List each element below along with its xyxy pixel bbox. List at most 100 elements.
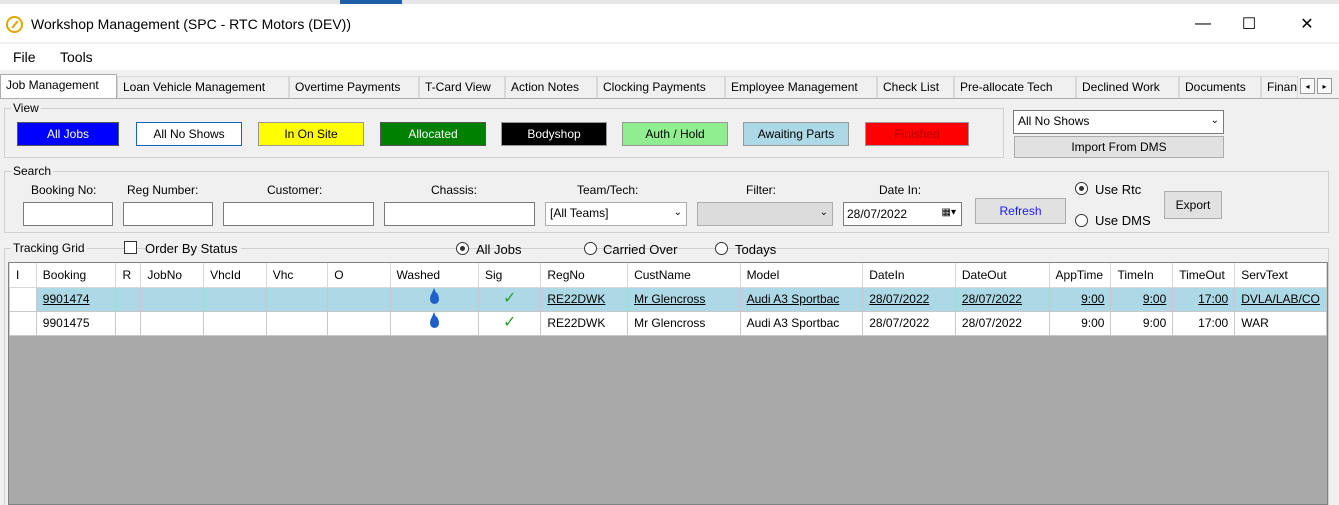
auth-hold-button[interactable]: Auth / Hold — [622, 122, 728, 146]
column-header[interactable]: Vhc — [265, 263, 329, 288]
order-by-status-checkbox[interactable] — [124, 241, 137, 254]
team-label: Team/Tech: — [577, 183, 639, 197]
dateout-cell[interactable]: 28/07/2022 — [954, 310, 1050, 336]
tab-finance[interactable]: Finan — [1261, 76, 1298, 98]
filter-label: Filter: — [746, 183, 776, 197]
apptime-cell[interactable]: 9:00 — [1048, 286, 1112, 312]
use-rtc-radio[interactable] — [1075, 182, 1088, 195]
chassis-input[interactable] — [384, 202, 535, 226]
timeout-cell[interactable]: 17:00 — [1172, 310, 1236, 336]
regno-cell[interactable]: RE22DWK — [540, 286, 629, 312]
timein-cell[interactable]: 9:00 — [1110, 310, 1174, 336]
all-jobs-radio[interactable] — [456, 242, 469, 255]
view-dropdown-value: All No Shows — [1018, 114, 1090, 128]
column-header[interactable]: DateIn — [862, 263, 956, 288]
table-header-row: I Booking R JobNo VhcId Vhc O Washed Sig… — [9, 263, 1327, 288]
close-button[interactable]: ✕ — [1284, 8, 1330, 40]
view-legend: View — [11, 101, 41, 115]
datein-cell[interactable]: 28/07/2022 — [862, 286, 956, 312]
table-row[interactable]: 9901474 ✓ RE22DWK Mr Glencross Audi A3 S… — [9, 286, 1327, 312]
booking-cell[interactable]: 9901474 — [35, 286, 117, 312]
todays-radio[interactable] — [715, 242, 728, 255]
calendar-icon[interactable]: ▦▾ — [942, 207, 956, 218]
model-cell[interactable]: Audi A3 Sportbac — [739, 310, 864, 336]
awaiting-parts-button[interactable]: Awaiting Parts — [743, 122, 849, 146]
tab-job-management[interactable]: Job Management — [0, 74, 117, 98]
servtext-cell[interactable]: WAR — [1234, 310, 1327, 336]
model-cell[interactable]: Audi A3 Sportbac — [739, 286, 864, 312]
export-button[interactable]: Export — [1164, 191, 1222, 219]
filter-dropdown[interactable]: ⌄ — [697, 202, 833, 226]
regno-cell[interactable]: RE22DWK — [540, 310, 629, 336]
menu-tools[interactable]: Tools — [60, 49, 93, 65]
tab-check-list[interactable]: Check List — [877, 76, 954, 98]
tab-pre-allocate-tech[interactable]: Pre-allocate Tech — [954, 76, 1076, 98]
date-in-picker[interactable]: 28/07/2022 ▦▾ — [843, 202, 962, 226]
import-from-dms-button[interactable]: Import From DMS — [1014, 136, 1224, 158]
view-dropdown[interactable]: All No Shows ⌄ — [1013, 110, 1224, 134]
column-header[interactable]: DateOut — [954, 263, 1050, 288]
column-header[interactable]: CustName — [627, 263, 741, 288]
all-no-shows-button[interactable]: All No Shows — [136, 122, 242, 146]
all-jobs-radio-label: All Jobs — [476, 242, 522, 257]
custname-cell[interactable]: Mr Glencross — [627, 310, 741, 336]
datein-cell[interactable]: 28/07/2022 — [862, 310, 956, 336]
tab-t-card-view[interactable]: T-Card View — [419, 76, 505, 98]
column-header[interactable]: Washed — [389, 263, 479, 288]
column-header[interactable]: ServText — [1234, 263, 1327, 288]
column-header[interactable]: AppTime — [1048, 263, 1112, 288]
column-header[interactable]: TimeOut — [1172, 263, 1236, 288]
column-header[interactable]: O — [327, 263, 391, 288]
tab-employee-management[interactable]: Employee Management — [725, 76, 877, 98]
apptime-cell[interactable]: 9:00 — [1048, 310, 1112, 336]
customer-input[interactable] — [223, 202, 374, 226]
menu-file[interactable]: File — [13, 49, 36, 65]
tab-overtime-payments[interactable]: Overtime Payments — [289, 76, 419, 98]
tab-scroll-left-button[interactable]: ◂ — [1300, 78, 1315, 94]
search-legend: Search — [11, 164, 54, 178]
column-header[interactable]: Model — [739, 263, 864, 288]
column-header[interactable]: I — [9, 263, 37, 288]
finished-button[interactable]: Finished — [865, 122, 969, 146]
minimize-button[interactable]: — — [1180, 8, 1226, 40]
bodyshop-button[interactable]: Bodyshop — [501, 122, 607, 146]
booking-input[interactable] — [23, 202, 113, 226]
booking-cell[interactable]: 9901475 — [35, 310, 117, 336]
reg-input[interactable] — [123, 202, 213, 226]
jobno-cell — [140, 286, 205, 312]
tab-clocking-payments[interactable]: Clocking Payments — [597, 76, 725, 98]
column-header[interactable]: Sig — [477, 263, 542, 288]
table-row[interactable]: 9901475 ✓ RE22DWK Mr Glencross Audi A3 S… — [9, 310, 1327, 336]
column-header[interactable]: JobNo — [140, 263, 205, 288]
tab-loan-vehicle-management[interactable]: Loan Vehicle Management — [117, 76, 289, 98]
all-jobs-button[interactable]: All Jobs — [17, 122, 119, 146]
timein-cell[interactable]: 9:00 — [1110, 286, 1174, 312]
in-on-site-button[interactable]: In On Site — [258, 122, 364, 146]
tab-action-notes[interactable]: Action Notes — [505, 76, 597, 98]
water-drop-icon — [429, 312, 439, 328]
team-dropdown[interactable]: [All Teams] ⌄ — [545, 202, 687, 226]
r-cell — [115, 310, 142, 336]
allocated-button[interactable]: Allocated — [380, 122, 486, 146]
menu-bar: File Tools — [0, 44, 1339, 70]
carried-over-radio[interactable] — [584, 242, 597, 255]
dateout-cell[interactable]: 28/07/2022 — [954, 286, 1050, 312]
reg-label: Reg Number: — [127, 183, 199, 197]
timeout-cell[interactable]: 17:00 — [1172, 286, 1236, 312]
column-header[interactable]: VhcId — [203, 263, 267, 288]
use-dms-radio[interactable] — [1075, 214, 1088, 227]
column-header[interactable]: Booking — [35, 263, 117, 288]
column-header[interactable]: TimeIn — [1110, 263, 1174, 288]
servtext-cell[interactable]: DVLA/LAB/CO — [1234, 286, 1327, 312]
maximize-button[interactable]: ☐ — [1226, 8, 1272, 40]
tab-documents[interactable]: Documents — [1179, 76, 1261, 98]
refresh-button[interactable]: Refresh — [975, 198, 1066, 224]
tab-scroll-right-button[interactable]: ▸ — [1317, 78, 1332, 94]
tab-declined-work[interactable]: Declined Work — [1076, 76, 1179, 98]
carried-over-label: Carried Over — [603, 242, 678, 257]
column-header[interactable]: R — [115, 263, 142, 288]
tracking-grid[interactable]: I Booking R JobNo VhcId Vhc O Washed Sig… — [8, 262, 1328, 505]
custname-cell[interactable]: Mr Glencross — [627, 286, 741, 312]
todays-label: Todays — [735, 242, 777, 257]
column-header[interactable]: RegNo — [540, 263, 629, 288]
